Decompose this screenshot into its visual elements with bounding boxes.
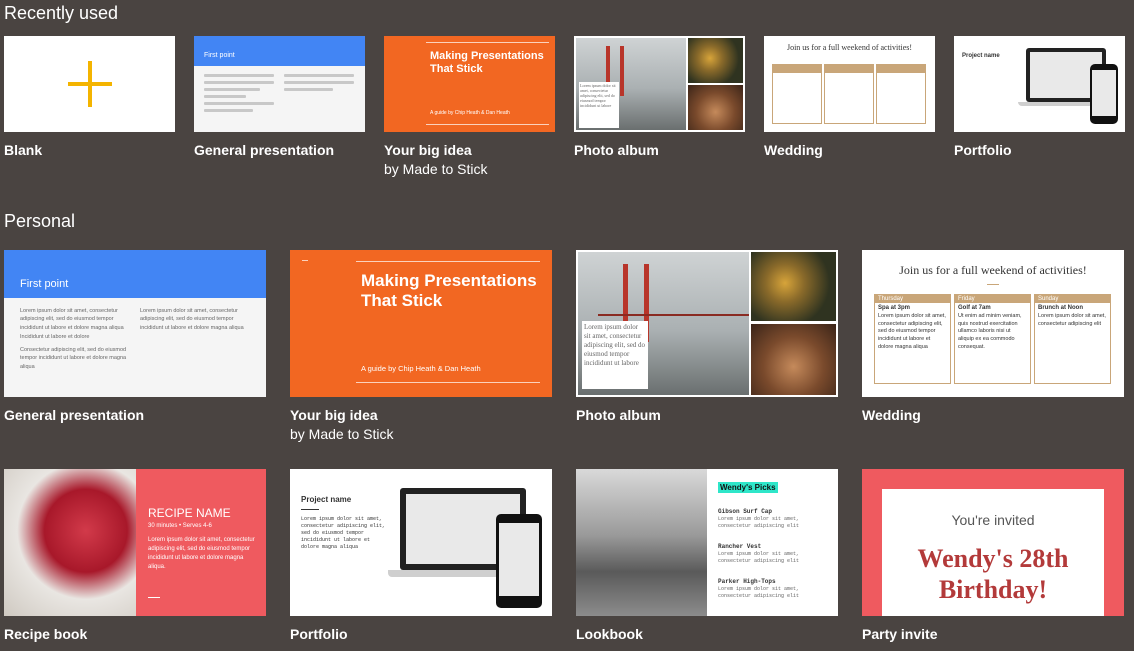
thumb-text: Incididunt ut labore et dolore (20, 334, 90, 340)
template-card-lookbook[interactable]: Wendy's Picks Gibson Surf Cap Lorem ipsu… (576, 469, 838, 616)
schedule-column: Sunday Brunch at Noon Lorem ipsum dolor … (1034, 294, 1111, 384)
template-label: Photo album (574, 142, 659, 158)
plus-icon (68, 61, 112, 107)
cups-photo (688, 85, 743, 130)
template-card-wedding[interactable]: Join us for a full weekend of activities… (862, 250, 1124, 397)
template-label: Portfolio (954, 142, 1012, 158)
thumb-title: First point (20, 278, 69, 290)
template-card-general-presentation[interactable]: First point Lorem ipsum dolor sit amet, … (4, 250, 266, 397)
template-card-your-big-idea[interactable]: Making Presentations That Stick A guide … (290, 250, 552, 397)
thumb-meta: 30 minutes • Serves 4-6 (148, 523, 212, 529)
leaf-photo (751, 252, 836, 321)
thumb-title: RECIPE NAME (148, 506, 231, 520)
template-label: Wedding (764, 142, 823, 158)
thumb-title: Join us for a full weekend of activities… (899, 263, 1087, 277)
raspberry-photo (4, 469, 136, 616)
template-card-portfolio[interactable]: Project name (954, 36, 1125, 132)
phone-image (496, 514, 542, 608)
product-name: Rancher Vest (718, 543, 762, 550)
thumb-title: Wendy's Picks (718, 482, 778, 493)
title-bar (4, 250, 266, 298)
invite-card: You're invited Wendy's 28th Birthday! (882, 489, 1104, 616)
thumb-title: Making Presentations That Stick (361, 271, 537, 310)
text-lines (204, 74, 274, 116)
template-card-recipe-book[interactable]: RECIPE NAME 30 minutes • Serves 4-6 Lore… (4, 469, 266, 616)
section-title-recently-used: Recently used (4, 3, 119, 23)
thumb-text: Lorem ipsum dolor sit amet, consectetur … (148, 537, 255, 570)
photo-caption: Lorem ipsum dolor sit amet, consectetur … (579, 82, 619, 128)
thumb-text: Lorem ipsum dolor sit amet, consectetur … (20, 308, 124, 331)
template-label: Wedding (862, 407, 921, 423)
template-label: General presentation (194, 142, 335, 158)
product-text: Lorem ipsum dolor sit amet, consectetur … (718, 516, 800, 529)
template-card-photo-album[interactable]: Lorem ipsum dolor sit amet, consectetur … (576, 250, 838, 397)
thumb-subtitle: A guide by Chip Heath & Dan Heath (430, 110, 510, 116)
template-card-general-presentation[interactable]: First point (194, 36, 365, 132)
template-card-photo-album[interactable]: Lorem ipsum dolor sit amet, consectetur … (574, 36, 745, 132)
text-lines (284, 74, 354, 95)
template-card-party-invite[interactable]: You're invited Wendy's 28th Birthday! (862, 469, 1124, 616)
template-sublabel: by Made to Stick (290, 426, 394, 442)
template-card-blank[interactable] (4, 36, 175, 132)
template-label: Lookbook (576, 626, 643, 642)
thumb-title: Wendy's 28th Birthday! (917, 544, 1069, 604)
thumb-title: Project name (301, 495, 352, 504)
phone-image (1090, 64, 1118, 124)
schedule-column: Thursday Spa at 3pm Lorem ipsum dolor si… (874, 294, 951, 384)
template-label: Recipe book (4, 626, 88, 642)
title-bar (194, 36, 365, 66)
thumb-title: Join us for a full weekend of activities… (786, 43, 913, 52)
product-text: Lorem ipsum dolor sit amet, consectetur … (718, 586, 800, 599)
template-label: Your big idea (384, 142, 472, 158)
thumb-title: Project name (962, 53, 1000, 59)
product-name: Parker High-Tops (718, 578, 776, 585)
thumb-subtitle: A guide by Chip Heath & Dan Heath (361, 364, 481, 373)
thumb-subtitle: You're invited (951, 512, 1035, 528)
schedule-column: Friday Golf at 7am Ut enim ad minim veni… (954, 294, 1031, 384)
template-label: General presentation (4, 407, 145, 423)
product-text: Lorem ipsum dolor sit amet, consectetur … (718, 551, 800, 564)
thumb-title: Making Presentations That Stick (430, 50, 544, 75)
thumb-text: Consectetur adipiscing elit, sed do eius… (20, 347, 127, 370)
template-card-portfolio[interactable]: Project name Lorem ipsum dolor sit amet,… (290, 469, 552, 616)
thumb-title: First point (204, 52, 235, 59)
template-label: Party invite (862, 626, 938, 642)
template-card-your-big-idea[interactable]: Making Presentations That Stick A guide … (384, 36, 555, 132)
template-label: Portfolio (290, 626, 348, 642)
photo-caption: Lorem ipsum dolor sit amet, consectetur … (582, 321, 648, 389)
skater-photo (576, 469, 707, 616)
thumb-text: Lorem ipsum dolor sit amet, consectetur … (140, 308, 244, 331)
template-label: Blank (4, 142, 43, 158)
template-card-wedding[interactable]: Join us for a full weekend of activities… (764, 36, 935, 132)
template-sublabel: by Made to Stick (384, 161, 488, 177)
cups-photo (751, 324, 836, 395)
thumb-text: Lorem ipsum dolor sit amet, consectetur … (301, 516, 386, 550)
template-label: Photo album (576, 407, 661, 423)
product-name: Gibson Surf Cap (718, 508, 773, 515)
leaf-photo (688, 38, 743, 83)
template-label: Your big idea (290, 407, 378, 423)
section-title-personal: Personal (4, 211, 76, 231)
